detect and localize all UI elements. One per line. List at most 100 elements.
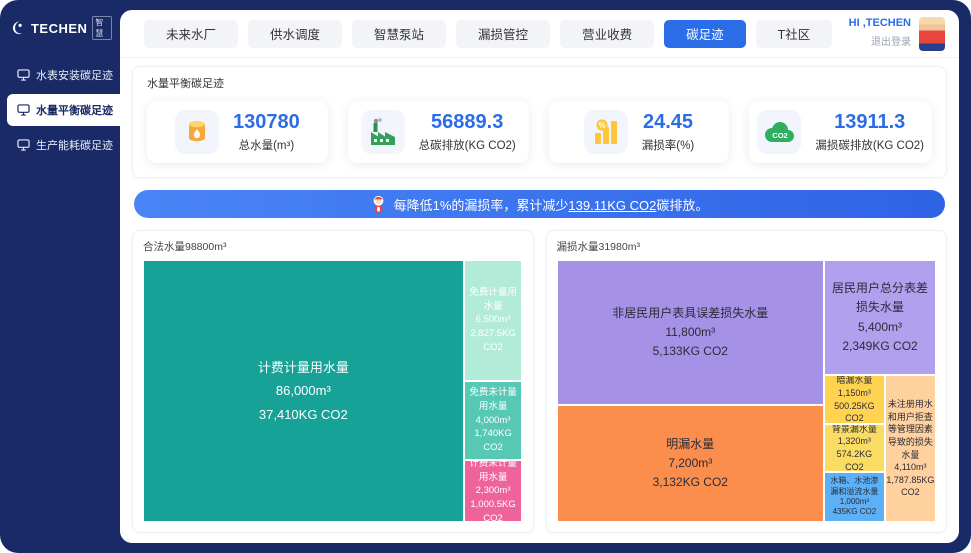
monitor-icon xyxy=(17,139,30,151)
brand-swirl-icon xyxy=(12,21,22,35)
block-co2: 1,787.85KG CO2 xyxy=(886,474,935,498)
factory-icon xyxy=(360,110,405,154)
block-volume: 6,500m³ xyxy=(475,314,511,326)
kpi-card-total-water: 130780 总水量(m³) xyxy=(147,101,328,163)
block-label: 暗漏水量 xyxy=(836,375,873,386)
page-content: 水量平衡碳足迹 130780 总水量(m³) 56889.3 总碳排放(KG C… xyxy=(120,58,959,543)
legal-water-treemap: 计费计量用水量 86,000m³ 37,410KG CO2 免费计量用水量 6,… xyxy=(143,260,523,522)
leakage-water-treemap: 非居民用户表具误差损失水量 11,800m³ 5,133KG CO2 居民用户总… xyxy=(556,260,937,522)
svg-text:%: % xyxy=(598,121,605,130)
avatar[interactable] xyxy=(919,16,945,51)
block-volume: 2,300m³ xyxy=(475,485,511,497)
mascot-icon xyxy=(373,195,383,212)
block-volume: 1,150m³ xyxy=(837,387,871,398)
user-greeting: HI ,TECHEN xyxy=(848,16,911,29)
monitor-icon xyxy=(17,104,30,116)
block-volume: 5,400m³ xyxy=(858,319,903,334)
svg-text:CO2: CO2 xyxy=(773,131,788,140)
brand-name: TECHEN xyxy=(30,20,88,36)
tab-smart-pump[interactable]: 智慧泵站 xyxy=(352,19,447,48)
kpi-card-leak-rate: % 24.45 漏损率(%) xyxy=(548,101,730,163)
block-co2: 2,349KG CO2 xyxy=(842,338,918,353)
treemap-block-visible-leak[interactable]: 明漏水量 7,200m³ 3,132KG CO2 xyxy=(556,405,825,522)
tab-community[interactable]: T社区 xyxy=(755,19,833,48)
kpi-label: 总水量(m³) xyxy=(238,140,295,152)
kpi-value: 24.45 xyxy=(642,111,694,133)
kpi-value: 56889.3 xyxy=(431,111,504,133)
kpi-value: 13911.3 xyxy=(834,111,906,133)
tab-billing[interactable]: 营业收费 xyxy=(560,19,655,48)
leakage-water-title: 漏损水量31980m³ xyxy=(556,241,640,253)
kpi-panel: 水量平衡碳足迹 130780 总水量(m³) 56889.3 总碳排放(KG C… xyxy=(132,66,947,178)
block-label: 非居民用户表具误差损失水量 xyxy=(612,305,769,320)
block-label: 计费未计量用水量 xyxy=(469,460,517,483)
block-volume: 7,200m³ xyxy=(668,456,713,471)
block-co2: 1,000.5KG CO2 xyxy=(470,499,516,522)
tab-future-plant[interactable]: 未来水厂 xyxy=(144,19,239,48)
carbon-saving-banner: 每降低1%的漏损率，累计减少139.11KG CO2碳排放。 xyxy=(134,190,945,218)
block-label: 未注册用水和用户拒查等管理因素导致的损失水量 xyxy=(887,399,933,460)
brand-badge: 智慧 xyxy=(92,16,112,40)
banner-suffix: 碳排放。 xyxy=(656,197,709,213)
user-area: HI ,TECHEN 退出登录 xyxy=(848,16,945,51)
treemap-block-nonresident-meter-error[interactable]: 非居民用户表具误差损失水量 11,800m³ 5,133KG CO2 xyxy=(556,260,825,406)
kpi-label: 漏损率(%) xyxy=(641,140,695,152)
treemap-block-free-metered[interactable]: 免费计量用水量 6,500m³ 2,827.5KG CO2 xyxy=(463,260,523,381)
brand-logo[interactable]: TECHEN 智慧 xyxy=(0,12,120,56)
banner-highlight: 139.11KG CO2 xyxy=(568,197,657,213)
top-nav: 未来水厂 供水调度 智慧泵站 漏损管控 营业收费 碳足迹 T社区 HI ,TEC… xyxy=(120,10,959,58)
sidebar-item-meter-install[interactable]: 水表安装碳足迹 xyxy=(7,59,120,91)
sidebar-item-label: 水量平衡碳足迹 xyxy=(36,105,113,117)
banner-prefix: 每降低1%的漏损率，累计减少 xyxy=(393,197,569,213)
sidebar-item-energy[interactable]: 生产能耗碳足迹 xyxy=(7,129,120,161)
block-label: 背景漏水量 xyxy=(831,423,877,434)
banner-text: 每降低1%的漏损率，累计减少139.11KG CO2碳排放。 xyxy=(394,195,709,214)
sidebar-item-label: 水表安装碳足迹 xyxy=(36,70,113,82)
block-co2: 37,410KG CO2 xyxy=(258,406,348,422)
sidebar-nav: 水表安装碳足迹 水量平衡碳足迹 生产能耗碳足迹 xyxy=(0,59,120,161)
co2-cloud-icon: CO2 xyxy=(757,110,802,154)
app-window: TECHEN 智慧 水表安装碳足迹 水量平衡碳足迹 生产能耗碳足迹 未来水厂 供… xyxy=(0,0,971,553)
percent-icon: % xyxy=(583,110,628,154)
block-volume: 4,000m³ xyxy=(475,414,511,426)
block-label: 计费计量用水量 xyxy=(257,359,349,375)
water-tank-icon xyxy=(175,110,220,154)
block-volume: 1,000m³ xyxy=(839,497,870,507)
kpi-card-leak-carbon: CO2 13911.3 漏损碳排放(KG CO2) xyxy=(749,101,933,163)
block-label: 明漏水量 xyxy=(666,436,715,451)
leakage-water-panel: 漏损水量31980m³ 非居民用户表具误差损失水量 11,800m³ 5,133… xyxy=(545,230,947,533)
treemap-block-hidden-leak[interactable]: 暗漏水量 1,150m³ 500.25KG CO2 xyxy=(824,375,885,424)
kpi-value: 130780 xyxy=(233,111,300,133)
block-label: 居民用户总分表差损失水量 xyxy=(832,281,929,315)
kpi-label: 总碳排放(KG CO2) xyxy=(418,140,516,152)
monitor-icon xyxy=(17,69,30,81)
block-co2: 435KG CO2 xyxy=(832,507,877,517)
treemap-block-billed-metered[interactable]: 计费计量用水量 86,000m³ 37,410KG CO2 xyxy=(143,260,464,522)
block-label: 免费未计量用水量 xyxy=(469,387,517,412)
tab-carbon-footprint[interactable]: 碳足迹 xyxy=(664,19,746,48)
sidebar-item-water-balance[interactable]: 水量平衡碳足迹 xyxy=(7,94,120,126)
sidebar-item-label: 生产能耗碳足迹 xyxy=(36,140,113,152)
legal-water-panel: 合法水量98800m³ 计费计量用水量 86,000m³ 37,410KG CO… xyxy=(132,230,534,533)
treemap-section: 合法水量98800m³ 计费计量用水量 86,000m³ 37,410KG CO… xyxy=(132,230,947,533)
tab-supply-dispatch[interactable]: 供水调度 xyxy=(248,19,343,48)
tab-leakage-control[interactable]: 漏损管控 xyxy=(456,19,551,48)
treemap-block-resident-meter-diff[interactable]: 居民用户总分表差损失水量 5,400m³ 2,349KG CO2 xyxy=(824,260,936,376)
logout-button[interactable]: 退出登录 xyxy=(849,33,911,48)
block-co2: 2,827.5KG CO2 xyxy=(470,328,516,353)
block-co2: 500.25KG CO2 xyxy=(834,400,875,424)
block-volume: 11,800m³ xyxy=(665,325,716,340)
block-volume: 4,110m³ xyxy=(894,462,927,473)
block-volume: 1,320m³ xyxy=(837,436,871,447)
treemap-block-tank-overflow[interactable]: 水箱、水池渗漏和溢流水量 1,000m³ 435KG CO2 xyxy=(824,472,885,522)
treemap-block-free-unmetered[interactable]: 免费未计量用水量 4,000m³ 1,740KG CO2 xyxy=(463,380,523,461)
block-co2: 1,740KG CO2 xyxy=(474,428,512,454)
block-volume: 86,000m³ xyxy=(275,383,331,399)
treemap-block-unregistered-use[interactable]: 未注册用水和用户拒查等管理因素导致的损失水量 4,110m³ 1,787.85K… xyxy=(884,375,936,522)
block-label: 免费计量用水量 xyxy=(469,286,517,312)
block-co2: 574.2KG CO2 xyxy=(836,448,873,472)
treemap-block-background-leak[interactable]: 背景漏水量 1,320m³ 574.2KG CO2 xyxy=(824,423,885,473)
block-label: 水箱、水池渗漏和溢流水量 xyxy=(830,476,879,496)
treemap-block-billed-unmetered[interactable]: 计费未计量用水量 2,300m³ 1,000.5KG CO2 xyxy=(463,460,523,522)
page-title: 水量平衡碳足迹 xyxy=(147,78,224,90)
